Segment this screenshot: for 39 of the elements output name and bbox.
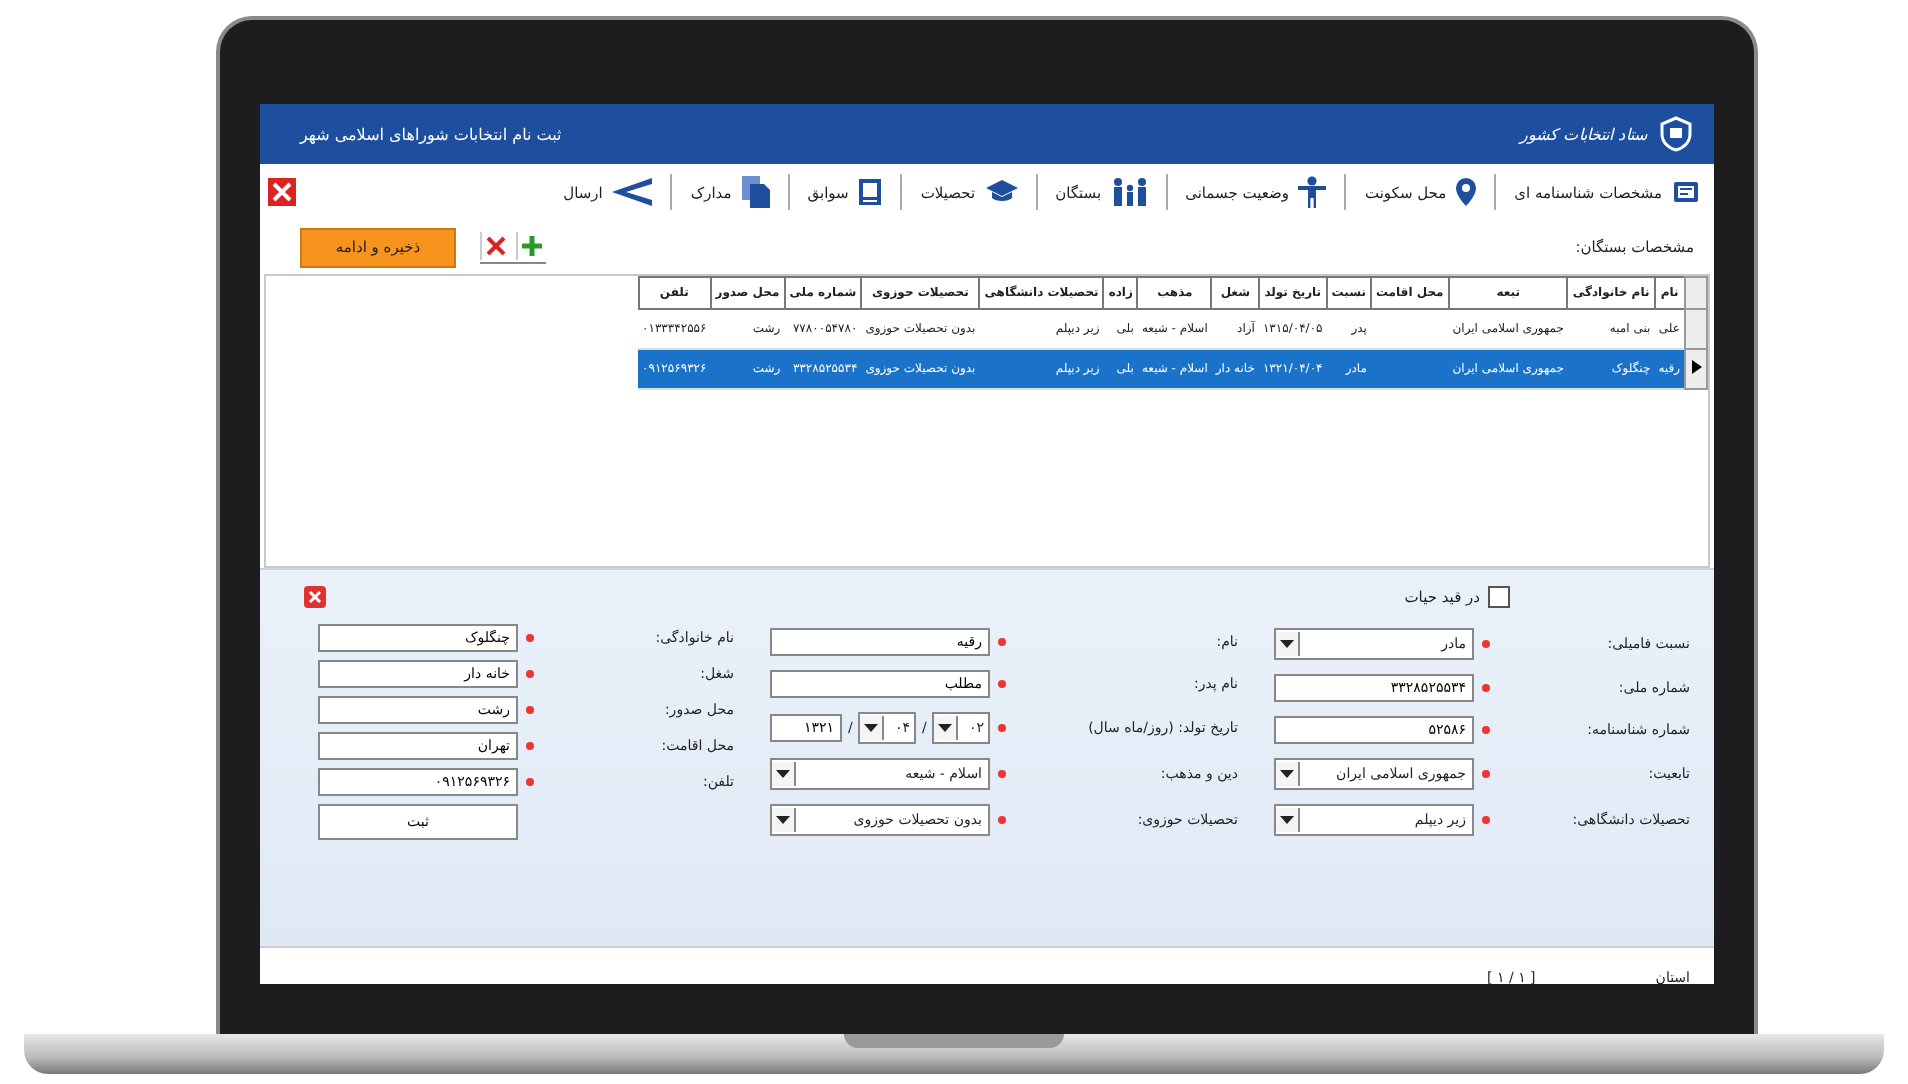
required-mark-icon <box>998 723 1006 732</box>
required-mark-icon <box>998 679 1006 688</box>
dropdown-arrow-icon <box>776 770 790 779</box>
graduation-cap-icon <box>985 180 1018 204</box>
required-mark-icon <box>1482 639 1490 648</box>
person-icon <box>1298 176 1327 208</box>
required-mark-icon <box>1482 770 1490 779</box>
logo-text: ستاد انتخابات کشور <box>1519 125 1648 143</box>
required-mark-icon <box>526 706 534 714</box>
required-mark-icon <box>998 637 1006 646</box>
required-mark-icon <box>998 770 1006 779</box>
dropdown-arrow-icon <box>1280 639 1294 648</box>
close-icon[interactable] <box>268 178 296 206</box>
dropdown-arrow-icon <box>938 723 953 732</box>
required-mark-icon <box>1482 725 1490 734</box>
emblem-icon <box>1658 116 1694 152</box>
delete-icon[interactable] <box>480 231 510 259</box>
required-mark-icon <box>526 742 534 750</box>
required-mark-icon <box>998 816 1006 825</box>
id-card-icon <box>1672 180 1700 204</box>
row-pointer-icon <box>1692 360 1702 374</box>
required-mark-icon <box>526 778 534 786</box>
checkbox[interactable] <box>1488 586 1510 608</box>
family-icon <box>1111 178 1148 206</box>
documents-icon <box>741 176 770 208</box>
send-arrow-icon <box>612 178 653 206</box>
window-title: ثبت نام انتخابات شوراهای اسلامی شهر <box>300 125 562 143</box>
required-mark-icon <box>526 670 534 678</box>
dropdown-arrow-icon <box>864 723 879 732</box>
required-mark-icon <box>1482 683 1490 692</box>
document-icon <box>858 178 883 206</box>
dropdown-arrow-icon <box>776 816 790 825</box>
location-pin-icon <box>1456 178 1477 206</box>
close-icon[interactable] <box>304 586 326 608</box>
dropdown-arrow-icon <box>1280 770 1294 779</box>
dropdown-arrow-icon <box>1280 816 1294 825</box>
add-icon[interactable] <box>516 231 546 259</box>
required-mark-icon <box>1482 816 1490 825</box>
required-mark-icon <box>526 634 534 642</box>
